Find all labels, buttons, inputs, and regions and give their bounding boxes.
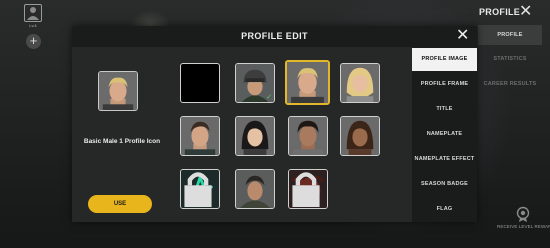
menu-season-badge[interactable]: SEASON BADGE	[412, 173, 477, 196]
icon-tile-female-black-hair[interactable]	[235, 116, 275, 156]
modal-title: PROFILE EDIT	[241, 31, 308, 41]
icon-tile-male-curly-hair[interactable]	[288, 116, 328, 156]
female-brown-hair-icon	[341, 117, 379, 155]
profile-edit-menu: PROFILE IMAGE PROFILE FRAME TITLE NAMEPL…	[412, 47, 477, 222]
female-black-hair-icon	[236, 117, 274, 155]
blonde-female-icon	[341, 64, 379, 102]
icon-tile-basic-male-1[interactable]	[285, 60, 330, 105]
player-avatar[interactable]	[24, 4, 42, 22]
tab-statistics[interactable]: STATISTICS	[478, 49, 542, 69]
reward-label: RECEIVE LEVEL REWARDS	[497, 224, 550, 229]
close-icon[interactable]: ✕	[456, 28, 469, 44]
icon-tile-blonde-female[interactable]	[340, 63, 380, 103]
preview-name: Basic Male 1 Profile Icon	[83, 138, 161, 145]
menu-profile-frame[interactable]: PROFILE FRAME	[412, 73, 477, 96]
player-avatar-icon	[27, 7, 39, 20]
menu-title[interactable]: TITLE	[412, 98, 477, 121]
close-profile-icon[interactable]: ✕	[519, 4, 532, 20]
modal-header: PROFILE EDIT ✕	[72, 26, 477, 47]
receive-level-rewards-button[interactable]: RECEIVE LEVEL REWARDS	[497, 206, 550, 229]
menu-profile-image[interactable]: PROFILE IMAGE	[412, 48, 477, 71]
lock-icon	[292, 172, 320, 207]
use-button[interactable]: USE	[88, 195, 152, 213]
icon-tile-black[interactable]	[180, 63, 220, 103]
player-level: Lv.4	[29, 23, 37, 28]
tab-career-results[interactable]: CAREER RESULTS	[478, 74, 542, 94]
profile-edit-modal: PROFILE EDIT ✕ Basic Male 1 Profile Icon…	[72, 26, 477, 222]
selected-icon-preview	[98, 71, 138, 111]
menu-nameplate-effect[interactable]: NAMEPLATE EFFECT	[412, 148, 477, 171]
soldier-helmet-grey-icon	[236, 170, 274, 208]
tab-profile[interactable]: PROFILE	[478, 25, 542, 45]
add-friend-button[interactable]: +	[26, 34, 41, 49]
icon-tile-female-brown-hair[interactable]	[340, 116, 380, 156]
icon-tile-soldier-helmet-grey[interactable]	[235, 169, 275, 209]
icon-tile-male-dark-hair[interactable]	[180, 116, 220, 156]
basic-male-preview-icon	[99, 72, 137, 110]
reward-icon	[516, 206, 530, 222]
male-dark-hair-icon	[181, 117, 219, 155]
basic-male-icon	[287, 62, 328, 103]
profile-title: PROFILE	[479, 7, 521, 17]
icon-tile-helmet-soldier[interactable]: ✓	[235, 63, 275, 103]
equipped-check-icon: ✓	[266, 94, 272, 101]
icon-tile-red-monster[interactable]	[288, 169, 328, 209]
menu-flag[interactable]: FLAG	[412, 198, 477, 221]
icon-tile-green-logo[interactable]	[180, 169, 220, 209]
lock-icon	[184, 172, 212, 207]
menu-nameplate[interactable]: NAMEPLATE	[412, 123, 477, 146]
male-curly-hair-icon	[289, 117, 327, 155]
